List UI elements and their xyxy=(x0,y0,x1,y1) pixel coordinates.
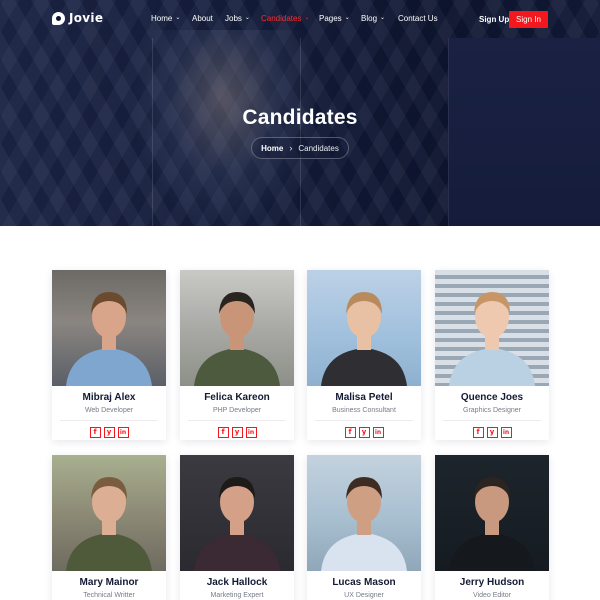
social-links: f y in xyxy=(52,427,166,438)
candidate-photo[interactable] xyxy=(52,270,166,386)
twitter-icon[interactable]: y xyxy=(231,427,243,438)
candidate-photo[interactable] xyxy=(307,270,421,386)
card-divider xyxy=(315,420,413,421)
twitter-icon[interactable]: y xyxy=(358,427,370,438)
nav-item-pages[interactable]: Pages ⌄ xyxy=(319,14,350,23)
candidate-card[interactable]: Felica Kareon PHP Developer f y in xyxy=(180,270,294,440)
candidate-card[interactable]: Mary MainorTechnical Writterfyin xyxy=(52,455,166,600)
candidate-role: Business Consultant xyxy=(332,407,396,414)
candidate-role: UX Designer xyxy=(344,592,384,599)
nav-item-label: Contact Us xyxy=(398,14,438,23)
nav-item-label: Home xyxy=(151,14,173,23)
card-divider xyxy=(60,420,158,421)
candidate-photo[interactable] xyxy=(307,455,421,571)
social-links: f y in xyxy=(307,427,421,438)
candidate-name[interactable]: Mibraj Alex xyxy=(52,392,166,403)
social-links: f y in xyxy=(435,427,549,438)
candidate-card[interactable]: Quence Joes Graphics Designer f y in xyxy=(435,270,549,440)
nav-item-jobs[interactable]: Jobs ⌄ xyxy=(225,14,250,23)
candidate-card[interactable]: Mibraj Alex Web Developer f y in xyxy=(52,270,166,440)
logo-icon xyxy=(52,11,65,25)
candidate-role: Web Developer xyxy=(84,407,134,414)
linkedin-icon[interactable]: in xyxy=(500,427,512,438)
candidate-name[interactable]: Lucas Mason xyxy=(307,577,421,588)
main-navbar: Jovie Home ⌄ About Jobs ⌄ Candidates ⌄ Pages ⌄ Bl… xyxy=(0,0,600,38)
chevron-down-icon: ⌄ xyxy=(304,15,310,21)
facebook-icon[interactable]: f xyxy=(89,427,101,438)
candidate-name[interactable]: Jack Hallock xyxy=(180,577,294,588)
card-divider xyxy=(443,420,541,421)
facebook-icon[interactable]: f xyxy=(217,427,229,438)
breadcrumb-current: Candidates xyxy=(298,143,339,153)
hero-background-panel xyxy=(448,38,600,226)
hero-divider-line xyxy=(152,38,153,226)
page-title: Candidates xyxy=(242,106,358,129)
nav-item-label: Candidates xyxy=(261,14,302,23)
sign-up-link[interactable]: Sign Up xyxy=(479,15,509,24)
breadcrumb: Home › Candidates xyxy=(251,137,349,159)
nav-item-about[interactable]: About xyxy=(192,14,213,23)
candidate-name[interactable]: Jerry Hudson xyxy=(435,577,549,588)
chevron-right-icon: › xyxy=(289,143,293,153)
candidate-name[interactable]: Malisa Petel xyxy=(307,392,421,403)
social-links: f y in xyxy=(180,427,294,438)
brand-logo[interactable]: Jovie xyxy=(52,11,103,25)
nav-item-blog[interactable]: Blog ⌄ xyxy=(361,14,385,23)
nav-item-label: Pages xyxy=(319,14,342,23)
twitter-icon[interactable]: y xyxy=(103,427,115,438)
candidate-role: Technical Writter xyxy=(83,592,135,599)
candidate-photo[interactable] xyxy=(180,455,294,571)
candidate-name[interactable]: Mary Mainor xyxy=(52,577,166,588)
candidate-photo[interactable] xyxy=(435,270,549,386)
candidate-role: Marketing Expert xyxy=(210,592,264,599)
page-hero: Jovie Home ⌄ About Jobs ⌄ Candidates ⌄ Pages ⌄ Bl… xyxy=(0,0,600,226)
candidate-role: PHP Developer xyxy=(212,407,262,414)
linkedin-icon[interactable]: in xyxy=(245,427,257,438)
candidate-photo[interactable] xyxy=(52,455,166,571)
brand-name: Jovie xyxy=(69,11,104,25)
nav-item-label: Blog xyxy=(361,14,378,23)
twitter-icon[interactable]: y xyxy=(486,427,498,438)
facebook-icon[interactable]: f xyxy=(344,427,356,438)
candidate-name[interactable]: Quence Joes xyxy=(435,392,549,403)
chevron-down-icon: ⌄ xyxy=(175,15,181,21)
nav-item-candidates[interactable]: Candidates ⌄ xyxy=(261,14,310,23)
sign-in-button[interactable]: Sign In xyxy=(509,11,548,28)
nav-item-contact-us[interactable]: Contact Us xyxy=(398,14,438,23)
candidate-name[interactable]: Felica Kareon xyxy=(180,392,294,403)
candidate-card[interactable]: Jerry HudsonVideo Editorfyin xyxy=(435,455,549,600)
breadcrumb-home-link[interactable]: Home xyxy=(261,144,283,153)
candidate-photo[interactable] xyxy=(180,270,294,386)
chevron-down-icon: ⌄ xyxy=(380,15,386,21)
candidate-photo[interactable] xyxy=(435,455,549,571)
candidate-role: Video Editor xyxy=(472,592,511,599)
nav-item-label: About xyxy=(192,14,213,23)
candidate-card[interactable]: Malisa Petel Business Consultant f y in xyxy=(307,270,421,440)
chevron-down-icon: ⌄ xyxy=(244,15,250,21)
candidate-card[interactable]: Jack HallockMarketing Expertfyin xyxy=(180,455,294,600)
card-divider xyxy=(188,420,286,421)
nav-item-label: Jobs xyxy=(225,14,242,23)
chevron-down-icon: ⌄ xyxy=(344,15,350,21)
facebook-icon[interactable]: f xyxy=(472,427,484,438)
candidate-role: Graphics Designer xyxy=(463,407,521,414)
hero-divider-line xyxy=(300,38,301,226)
candidate-card[interactable]: Lucas MasonUX Designerfyin xyxy=(307,455,421,600)
nav-item-home[interactable]: Home ⌄ xyxy=(151,14,180,23)
linkedin-icon[interactable]: in xyxy=(372,427,384,438)
linkedin-icon[interactable]: in xyxy=(117,427,129,438)
